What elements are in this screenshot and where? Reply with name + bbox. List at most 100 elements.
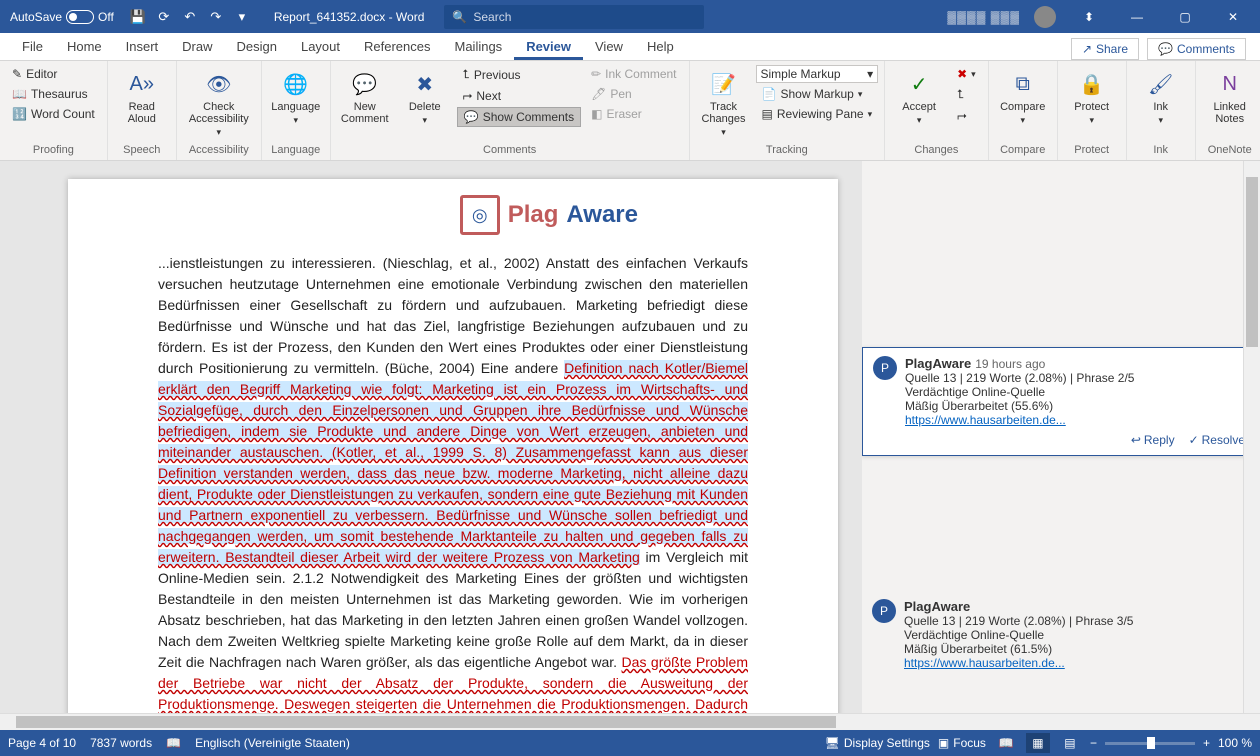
tab-design[interactable]: Design — [225, 33, 289, 60]
scrollbar-thumb[interactable] — [1246, 177, 1258, 347]
comment-card-2[interactable]: P PlagAware Quelle 13 | 219 Worte (2.08%… — [862, 591, 1256, 678]
focus-button[interactable]: ▣Focus — [938, 736, 986, 750]
tab-review[interactable]: Review — [514, 33, 583, 60]
group-label: Comments — [337, 142, 683, 158]
maximize-button[interactable]: ▢ — [1162, 0, 1208, 33]
tab-draw[interactable]: Draw — [170, 33, 224, 60]
search-box[interactable]: 🔍 Search — [444, 5, 704, 29]
thesaurus-button[interactable]: 📖Thesaurus — [6, 85, 101, 103]
comments-pane: P PlagAware19 hours ago Quelle 13 | 219 … — [862, 161, 1260, 730]
compare-button[interactable]: ⧉Compare▾ — [995, 65, 1051, 142]
new-comment-button[interactable]: 💬New Comment — [337, 65, 393, 142]
word-count-button[interactable]: 🔢Word Count — [6, 105, 101, 123]
autosave-toggle[interactable]: AutoSave Off — [4, 10, 120, 24]
comment-link[interactable]: https://www.hausarbeiten.de... — [905, 413, 1066, 427]
show-markup-button[interactable]: 📄Show Markup▾ — [756, 85, 879, 103]
language-button[interactable]: 🌐Language▾ — [268, 65, 324, 142]
share-button[interactable]: ↗Share — [1071, 38, 1139, 60]
document-title: Report_641352.docx - Word — [274, 10, 425, 24]
spell-check-icon[interactable]: 📖 — [166, 736, 181, 750]
autosave-sync-icon[interactable]: ⟳ — [152, 5, 176, 29]
group-label: Language — [268, 142, 324, 158]
chevron-down-icon: ▾ — [868, 109, 873, 120]
minimize-button[interactable]: — — [1114, 0, 1160, 33]
delete-comment-button[interactable]: ✖Delete▾ — [397, 65, 453, 142]
focus-icon: ▣ — [938, 736, 949, 750]
tab-view[interactable]: View — [583, 33, 635, 60]
group-label: Compare — [995, 142, 1051, 158]
print-layout-icon[interactable]: ▦ — [1026, 733, 1050, 753]
show-comments-button[interactable]: 💬Show Comments — [457, 107, 581, 127]
accept-button[interactable]: ✓Accept▾ — [891, 65, 947, 142]
ink-button[interactable]: 🖌Ink▾ — [1133, 65, 1189, 142]
next-change-button[interactable]: ⮣ — [951, 106, 982, 125]
undo-icon[interactable]: ↶ — [178, 5, 202, 29]
read-mode-icon[interactable]: 📖 — [994, 733, 1018, 753]
check-accessibility-button[interactable]: 👁Check Accessibility▾ — [183, 65, 255, 142]
qat-customize-icon[interactable]: ▾ — [230, 5, 254, 29]
zoom-out-button[interactable]: − — [1090, 736, 1097, 750]
ribbon-display-options-icon[interactable]: ⬍ — [1066, 0, 1112, 33]
web-layout-icon[interactable]: ▤ — [1058, 733, 1082, 753]
comment-card-1[interactable]: P PlagAware19 hours ago Quelle 13 | 219 … — [862, 347, 1256, 456]
close-button[interactable]: ✕ — [1210, 0, 1256, 33]
document-page[interactable]: ◎ PlagAware ...ienstleistungen zu intere… — [68, 179, 838, 730]
group-label: Protect — [1064, 142, 1120, 158]
group-accessibility: 👁Check Accessibility▾ Accessibility — [177, 61, 262, 160]
horizontal-scrollbar[interactable] — [0, 713, 1260, 730]
tab-references[interactable]: References — [352, 33, 442, 60]
tab-insert[interactable]: Insert — [114, 33, 171, 60]
tab-mailings[interactable]: Mailings — [443, 33, 515, 60]
scrollbar-thumb[interactable] — [16, 716, 836, 728]
display-icon: 🖥 — [825, 736, 840, 750]
reviewing-pane-button[interactable]: ▤Reviewing Pane▾ — [756, 105, 879, 123]
protect-button[interactable]: 🔒Protect▾ — [1064, 65, 1120, 142]
editor-button[interactable]: ✎Editor — [6, 65, 101, 83]
group-compare: ⧉Compare▾ Compare — [989, 61, 1058, 160]
resolve-button[interactable]: ✓Resolve — [1189, 433, 1245, 447]
user-avatar-icon[interactable] — [1034, 6, 1056, 28]
save-icon[interactable]: 💾 — [126, 5, 150, 29]
reply-button[interactable]: ↩Reply — [1131, 433, 1175, 447]
previous-change-button[interactable]: ⮤ — [951, 85, 982, 104]
redo-icon[interactable]: ↷ — [204, 5, 228, 29]
editor-icon: ✎ — [12, 67, 22, 81]
logo-text-aware: Aware — [566, 197, 638, 233]
reject-button[interactable]: ✖▾ — [951, 65, 982, 83]
onenote-icon: N — [1215, 69, 1245, 99]
comments-button[interactable]: 💬Comments — [1147, 38, 1246, 60]
linked-notes-button[interactable]: NLinked Notes — [1202, 65, 1258, 142]
previous-comment-button[interactable]: ⮤Previous — [457, 65, 581, 84]
tab-help[interactable]: Help — [635, 33, 686, 60]
document-scroll[interactable]: ◎ PlagAware ...ienstleistungen zu intere… — [0, 161, 862, 730]
page-indicator[interactable]: Page 4 of 10 — [8, 736, 76, 750]
tab-file[interactable]: File — [10, 33, 55, 60]
next-comment-button[interactable]: ⮣Next — [457, 86, 581, 105]
chevron-down-icon: ▾ — [294, 115, 299, 126]
zoom-in-button[interactable]: + — [1203, 736, 1210, 750]
zoom-slider[interactable] — [1105, 742, 1195, 745]
new-comment-icon: 💬 — [350, 69, 380, 99]
search-icon: 🔍 — [452, 10, 467, 24]
next-change-icon: ⮣ — [957, 108, 967, 123]
doc-highlight-1[interactable]: Definition nach Kotler/Biemel erklärt de… — [158, 360, 748, 565]
chevron-down-icon: ▾ — [1020, 115, 1025, 126]
language-indicator[interactable]: Englisch (Vereinigte Staaten) — [195, 736, 350, 750]
read-aloud-button[interactable]: A»Read Aloud — [114, 65, 170, 142]
tab-home[interactable]: Home — [55, 33, 114, 60]
zoom-level[interactable]: 100 % — [1218, 736, 1252, 750]
document-text[interactable]: ...ienstleistungen zu interessieren. (Ni… — [158, 253, 748, 730]
vertical-scrollbar[interactable] — [1243, 161, 1260, 713]
comment-icon: 💬 — [1158, 42, 1173, 56]
chevron-down-icon: ▾ — [971, 69, 976, 80]
track-changes-button[interactable]: 📝Track Changes▾ — [696, 65, 752, 142]
comment-line: Verdächtige Online-Quelle — [904, 628, 1133, 642]
word-count-indicator[interactable]: 7837 words — [90, 736, 152, 750]
tab-layout[interactable]: Layout — [289, 33, 352, 60]
markup-dropdown[interactable]: Simple Markup▾ — [756, 65, 879, 83]
ink-comment-button[interactable]: ✏Ink Comment — [585, 65, 682, 83]
comment-link[interactable]: https://www.hausarbeiten.de... — [904, 656, 1065, 670]
search-placeholder: Search — [473, 10, 511, 24]
display-settings-button[interactable]: 🖥Display Settings — [825, 736, 930, 750]
comment-author: PlagAware — [904, 599, 970, 614]
